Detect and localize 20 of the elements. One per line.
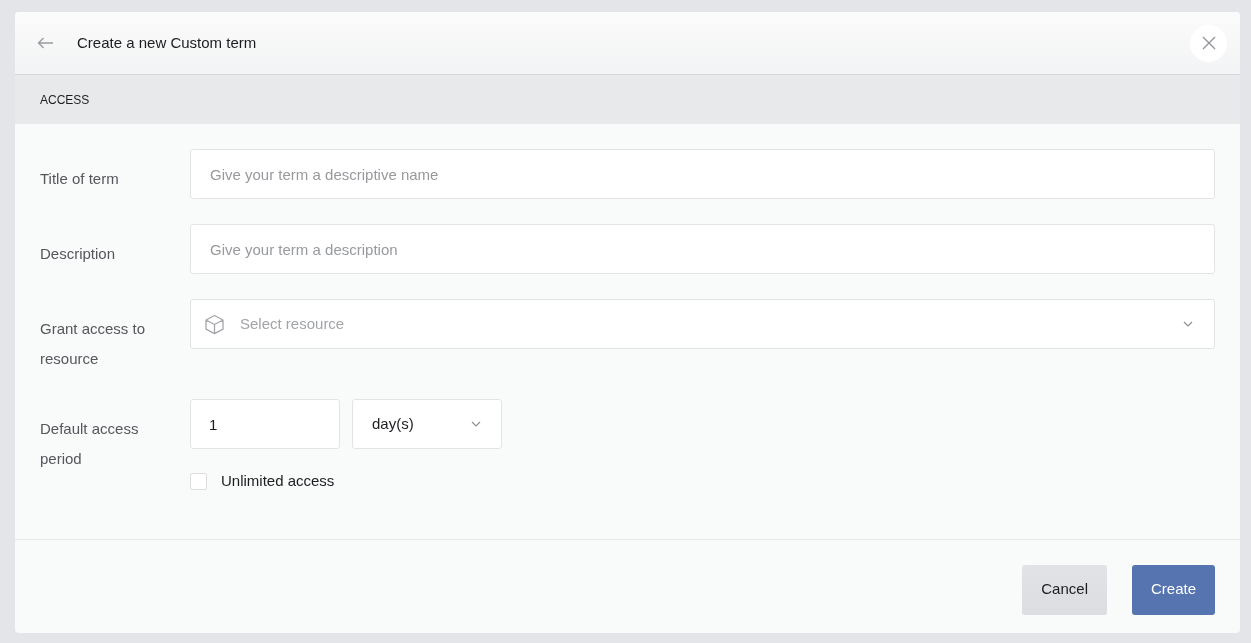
create-button[interactable]: Create — [1131, 564, 1215, 615]
field-label: Description — [40, 244, 117, 264]
checkbox-label[interactable]: Unlimited access — [221, 470, 335, 493]
section-title: ACCESS — [40, 91, 90, 109]
unit-dropdown[interactable]: day(s) — [352, 399, 502, 449]
field-label: Grant access to resource — [40, 319, 147, 369]
cube-icon — [204, 313, 225, 335]
close-icon — [1201, 36, 1216, 50]
chevron-down-icon — [1183, 321, 1193, 327]
field-label: Title of term — [40, 169, 120, 189]
dialog-title: Create a new Custom term — [77, 32, 257, 53]
chevron-down-icon — [471, 421, 481, 427]
number-input-field[interactable]: 1 — [190, 399, 340, 449]
text-input-field[interactable]: Give your term a description — [190, 224, 1215, 274]
field-label: Default access period — [40, 419, 140, 469]
cancel-button[interactable]: Cancel — [1022, 564, 1107, 615]
text-input-field[interactable]: Give your term a descriptive name — [190, 149, 1215, 199]
close-button[interactable] — [1190, 24, 1227, 62]
back-arrow-icon[interactable] — [37, 37, 54, 49]
checkbox[interactable] — [190, 472, 207, 490]
